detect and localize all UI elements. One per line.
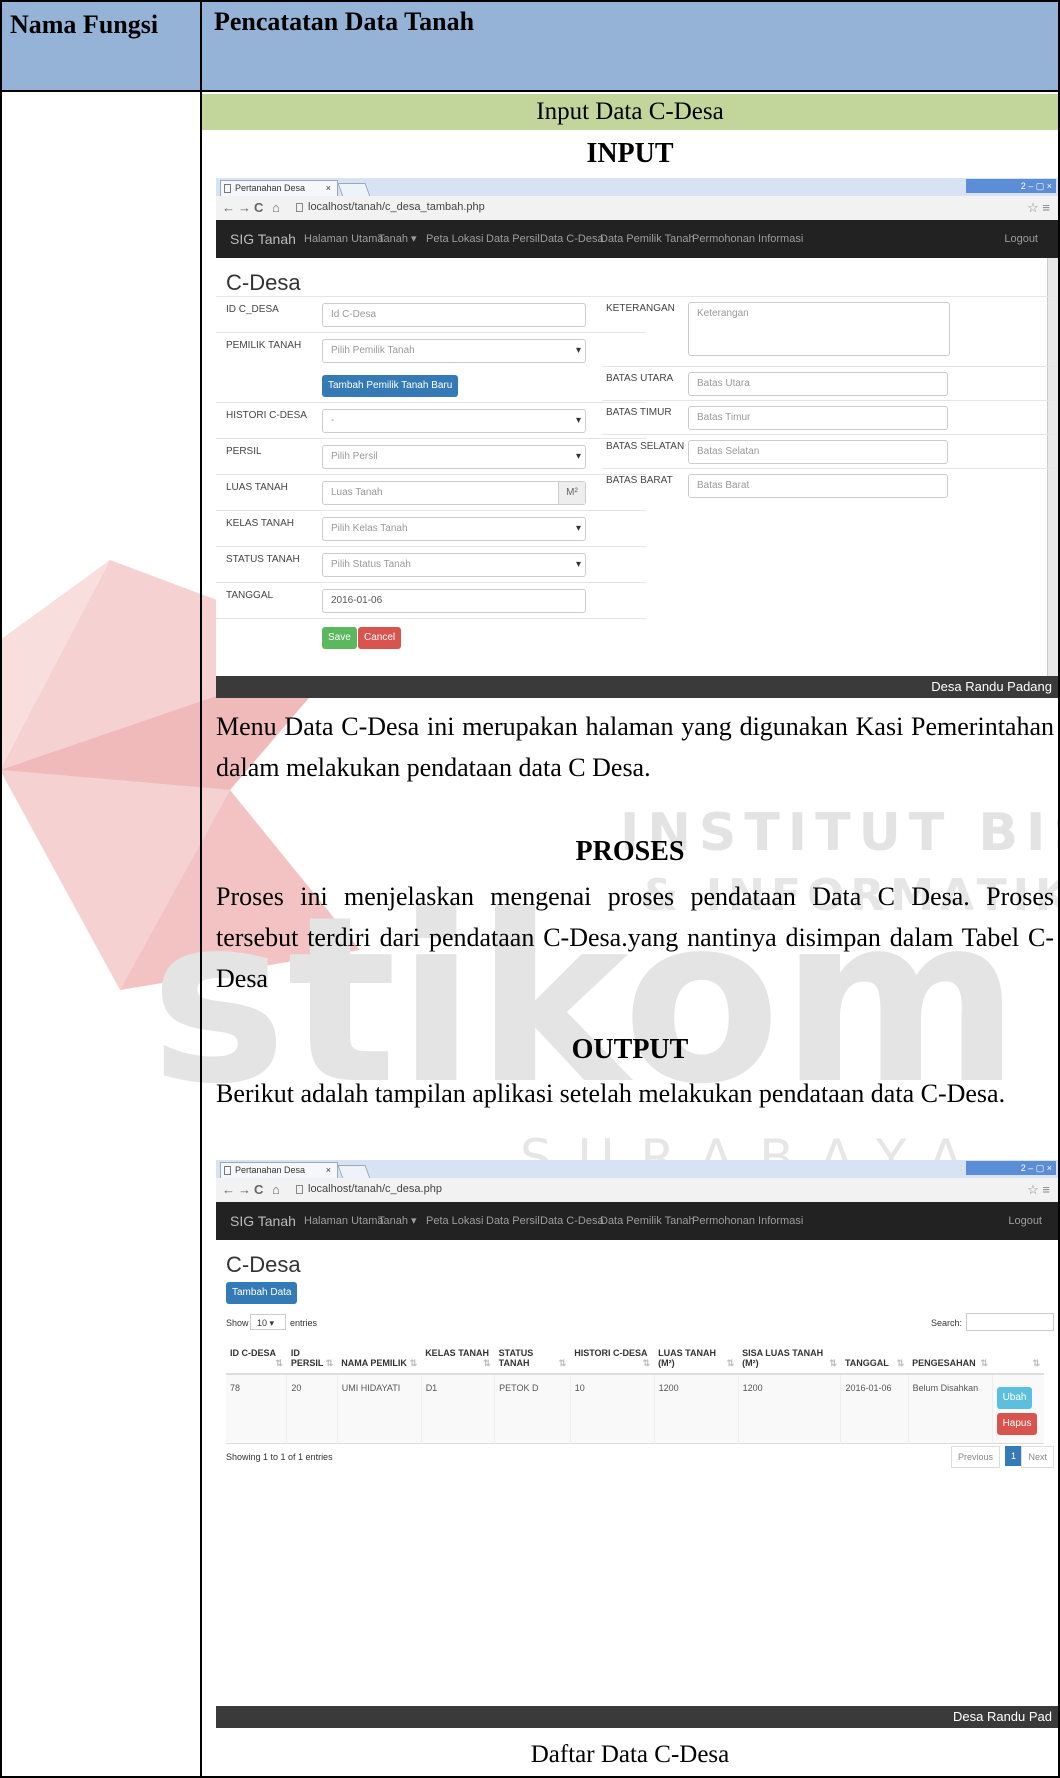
table-border	[0, 0, 1060, 1778]
column-divider	[200, 0, 202, 1778]
